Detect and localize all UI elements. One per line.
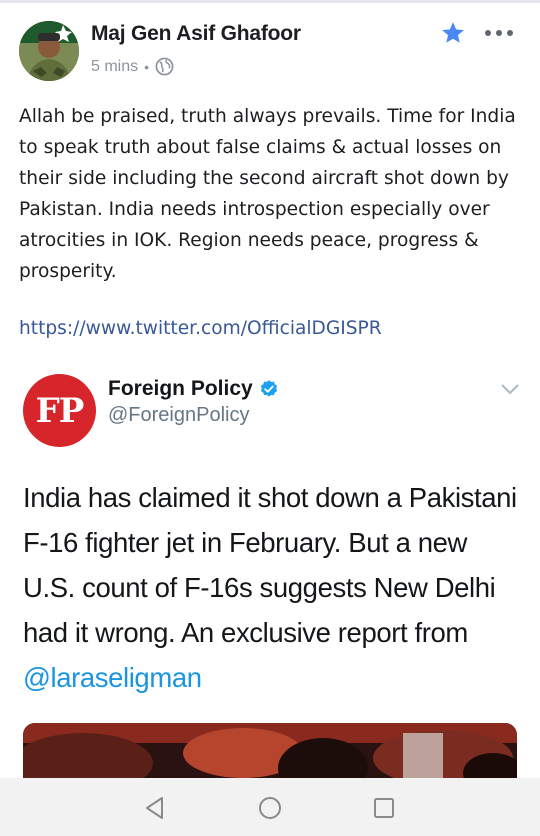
tweet-author[interactable]: Foreign Policy bbox=[108, 377, 279, 401]
embedded-tweet[interactable]: FP Foreign Policy @ForeignPolicy India h… bbox=[0, 358, 540, 783]
more-dot bbox=[496, 30, 502, 36]
tweet-handle[interactable]: @ForeignPolicy bbox=[108, 404, 249, 427]
tweet-media-image[interactable] bbox=[23, 723, 517, 783]
author-avatar[interactable] bbox=[19, 21, 79, 81]
chevron-down-icon[interactable] bbox=[500, 382, 520, 396]
top-divider bbox=[0, 0, 540, 3]
post-timestamp[interactable]: 5 mins bbox=[91, 58, 138, 76]
recent-apps-square-icon[interactable] bbox=[371, 795, 397, 821]
tweet-author-name: Foreign Policy bbox=[108, 377, 253, 400]
back-triangle-icon[interactable] bbox=[142, 795, 168, 821]
star-icon[interactable] bbox=[440, 20, 466, 46]
tweet-mention[interactable]: @laraseligman bbox=[23, 662, 202, 693]
more-dot bbox=[485, 30, 491, 36]
meta-separator: • bbox=[144, 58, 150, 75]
globe-icon bbox=[155, 57, 174, 76]
system-navigation-bar bbox=[0, 778, 540, 836]
foreign-policy-logo[interactable]: FP bbox=[23, 374, 96, 447]
tweet-body: India has claimed it shot down a Pakista… bbox=[23, 482, 517, 648]
post-text: Allah be praised, truth always prevails.… bbox=[19, 106, 516, 282]
post-meta: 5 mins • bbox=[91, 57, 174, 76]
home-circle-icon[interactable] bbox=[257, 795, 283, 821]
more-options-icon[interactable] bbox=[485, 22, 513, 44]
verified-badge-icon bbox=[260, 380, 277, 397]
post-link[interactable]: https://www.twitter.com/OfficialDGISPR bbox=[19, 318, 382, 339]
author-name[interactable]: Maj Gen Asif Ghafoor bbox=[91, 22, 301, 46]
more-dot bbox=[507, 30, 513, 36]
tweet-text: India has claimed it shot down a Pakista… bbox=[23, 475, 523, 700]
